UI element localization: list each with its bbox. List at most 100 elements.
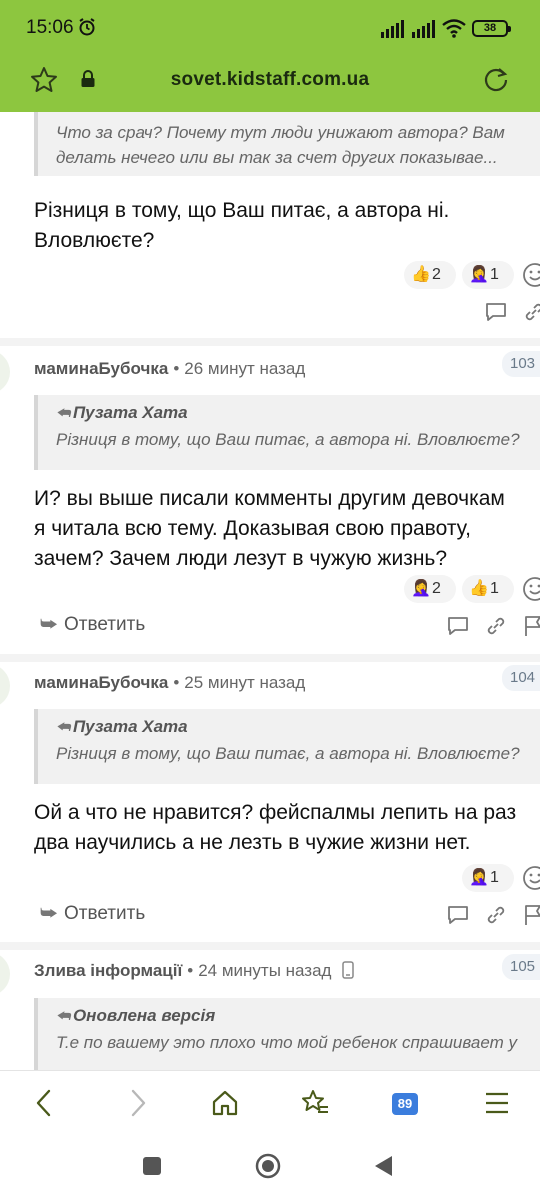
quote-block: ⮪ Пузата Хата Різниця в тому, що Ваш пита… — [34, 709, 540, 784]
reactions-bar: 🤦‍♀️1 — [462, 864, 540, 894]
avatar[interactable] — [0, 952, 10, 996]
flag-icon[interactable] — [522, 614, 540, 638]
comment-line: зачем? Зачем люди лезут в чужую жизнь? — [34, 547, 448, 570]
quote-text: Т.е по вашему это плохо что мой ребенок … — [56, 1033, 517, 1052]
wifi-icon — [442, 19, 466, 38]
battery-indicator: 38 — [472, 20, 511, 37]
menu-icon[interactable] — [482, 1088, 512, 1118]
reload-icon[interactable] — [482, 66, 510, 94]
reply-label: Ответить — [64, 903, 146, 924]
home-button-icon[interactable] — [255, 1153, 281, 1179]
post-time: 25 минут назад — [184, 673, 306, 692]
comment-line: Ой а что не нравится? фейспалмы лепить н… — [34, 801, 517, 824]
reaction-count: 2 — [432, 266, 441, 283]
comment-line: я читала всю тему. Доказывая свою правот… — [34, 517, 471, 540]
quote-author: ⮪ Оновлена версія — [56, 1006, 540, 1030]
post-number[interactable]: 105 — [502, 954, 540, 980]
post-number[interactable]: 103 — [502, 351, 540, 377]
add-reaction-icon[interactable] — [522, 262, 540, 288]
comment-icon[interactable] — [446, 614, 470, 638]
reaction-chip[interactable]: 🤦‍♀️1 — [462, 261, 514, 289]
quote-author-name: Пузата Хата — [72, 717, 188, 736]
add-reaction-icon[interactable] — [522, 576, 540, 602]
comment-icon[interactable] — [484, 300, 508, 324]
add-reaction-icon[interactable] — [522, 865, 540, 891]
quote-author-name: Оновлена версія — [72, 1006, 216, 1025]
post-separator — [0, 654, 540, 662]
comments-feed[interactable]: Что за срач? Почему тут люди унижают авт… — [0, 112, 540, 1070]
reply-button[interactable]: ⮩ Ответить — [40, 614, 145, 636]
status-bar: 15:06 38 — [0, 0, 540, 56]
signal-icon-2 — [412, 20, 435, 38]
home-icon[interactable] — [210, 1088, 240, 1118]
reply-icon: ⮩ — [40, 614, 58, 635]
post-header: маминаБубочка • 25 минут назад — [34, 673, 306, 692]
comment-actions: ⮩ Ответить — [0, 612, 540, 642]
forward-icon[interactable] — [122, 1088, 152, 1118]
quote-block: ⮪ Пузата Хата Різниця в тому, що Ваш пита… — [34, 395, 540, 470]
alarm-icon — [79, 18, 95, 36]
post-header: Злива інформації • 24 минуты назад — [34, 961, 354, 981]
comment-line: Вловлюєте? — [34, 229, 155, 252]
address-bar[interactable]: sovet.kidstaff.com.ua — [0, 56, 540, 112]
quote-author: ⮪ Пузата Хата — [56, 403, 540, 427]
reaction-count: 1 — [490, 869, 499, 886]
reaction-emoji: 🤦‍♀️ — [469, 869, 489, 886]
reaction-chip[interactable]: 🤦‍♀️2 — [404, 575, 456, 603]
signal-icon — [381, 20, 404, 38]
browser-top-bar: 15:06 38 sovet.kidstaff.com.ua — [0, 0, 540, 112]
tabs-counter-button[interactable]: 89 — [392, 1093, 418, 1115]
post-author[interactable]: маминаБубочка — [34, 359, 168, 378]
quote-text: Різниця в тому, що Ваш питає, а автора н… — [56, 744, 520, 763]
comment-line: Різниця в тому, що Ваш питає, а автора н… — [34, 199, 450, 222]
reply-arrow-icon: ⮪ — [56, 719, 70, 736]
reaction-emoji: 👍 — [411, 266, 431, 283]
reaction-emoji: 👍 — [469, 580, 489, 597]
bookmarks-icon[interactable] — [300, 1088, 330, 1118]
post-time: 24 минуты назад — [198, 961, 332, 980]
reaction-emoji: 🤦‍♀️ — [411, 580, 431, 597]
reaction-chip[interactable]: 👍1 — [462, 575, 514, 603]
avatar[interactable] — [0, 350, 10, 394]
post-author[interactable]: Злива інформації — [34, 961, 182, 980]
back-icon[interactable] — [30, 1088, 60, 1118]
reaction-chip[interactable]: 👍2 — [404, 261, 456, 289]
status-time: 15:06 — [26, 17, 74, 38]
reaction-count: 1 — [490, 580, 499, 597]
quote-block: Что за срач? Почему тут люди унижают авт… — [34, 112, 540, 176]
flag-icon[interactable] — [522, 903, 540, 927]
avatar[interactable] — [0, 664, 10, 708]
link-icon[interactable] — [522, 300, 540, 324]
post-author[interactable]: маминаБубочка — [34, 673, 168, 692]
quote-block: ⮪ Оновлена версія Т.е по вашему это плохо… — [34, 998, 540, 1070]
post-separator — [0, 942, 540, 950]
reaction-emoji: 🤦‍♀️ — [469, 266, 489, 283]
quote-text: Різниця в тому, що Ваш питає, а автора н… — [56, 430, 520, 449]
link-icon[interactable] — [484, 903, 508, 927]
reply-button[interactable]: ⮩ Ответить — [40, 903, 145, 925]
post-number[interactable]: 104 — [502, 665, 540, 691]
system-nav-bar — [0, 1134, 540, 1200]
reply-icon: ⮩ — [40, 903, 58, 924]
back-button-icon[interactable] — [372, 1154, 394, 1178]
comment-text: И? вы выше писали комменты другим девочк… — [34, 484, 505, 574]
post-time: 26 минут назад — [184, 359, 306, 378]
comment-actions: ⮩ Ответить — [0, 901, 540, 931]
quote-text: делать нечего или вы так за счет других … — [56, 148, 498, 167]
url-text[interactable]: sovet.kidstaff.com.ua — [0, 69, 540, 91]
recent-apps-icon[interactable] — [142, 1156, 162, 1176]
comment-line: И? вы выше писали комменты другим девочк… — [34, 487, 505, 510]
reply-arrow-icon: ⮪ — [56, 405, 70, 422]
post-header: маминаБубочка • 26 минут назад — [34, 359, 306, 378]
comment-text: Ой а что не нравится? фейспалмы лепить н… — [34, 798, 516, 858]
link-icon[interactable] — [484, 614, 508, 638]
reactions-bar: 👍2 🤦‍♀️1 — [404, 261, 540, 291]
reply-label: Ответить — [64, 614, 146, 635]
comment-icon[interactable] — [446, 903, 470, 927]
browser-bottom-bar: 89 — [0, 1070, 540, 1134]
reaction-chip[interactable]: 🤦‍♀️1 — [462, 864, 514, 892]
reactions-bar: 🤦‍♀️2 👍1 — [404, 575, 540, 605]
quote-author: ⮪ Пузата Хата — [56, 717, 540, 741]
comment-actions — [0, 298, 540, 328]
quote-text: Что за срач? Почему тут люди унижают авт… — [56, 123, 505, 142]
